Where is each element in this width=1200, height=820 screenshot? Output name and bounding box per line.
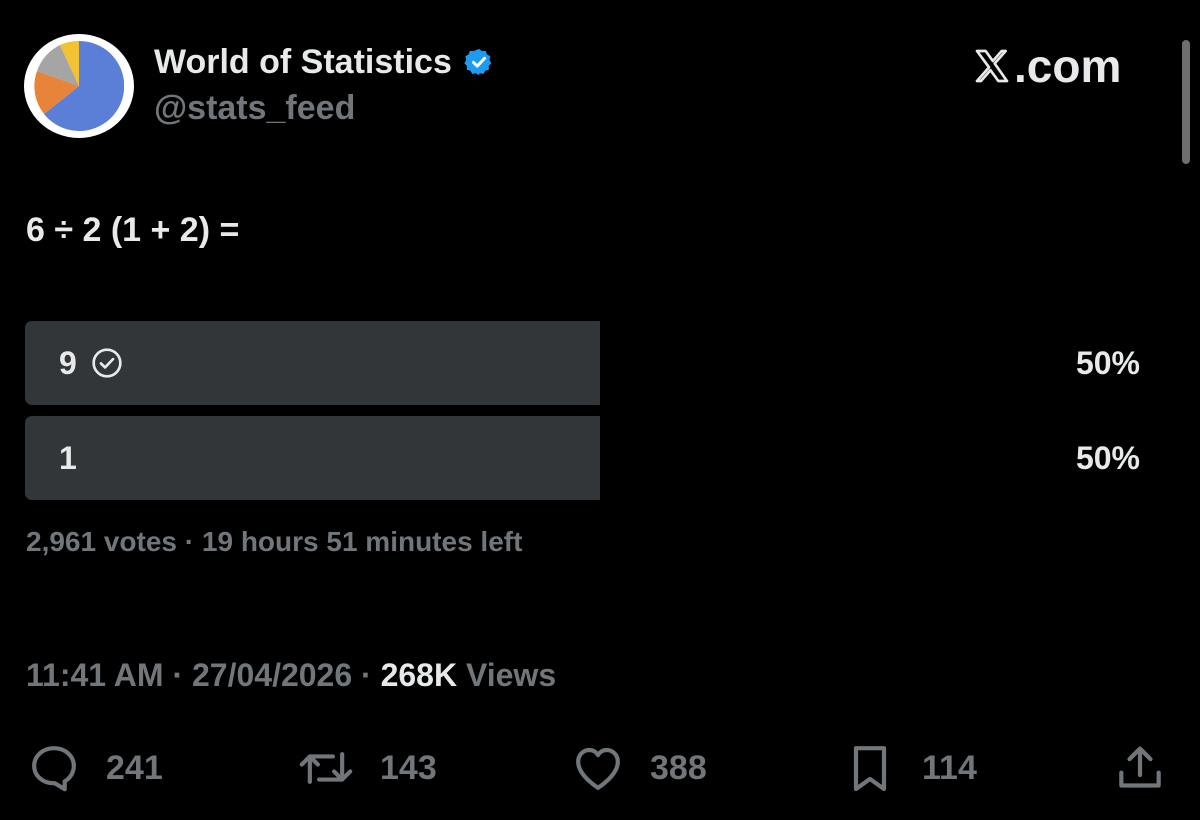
- share-icon: [1112, 740, 1168, 796]
- like-count: 388: [650, 748, 707, 787]
- bookmark-count: 114: [922, 748, 977, 787]
- reply-count: 241: [106, 748, 163, 787]
- bookmark-button[interactable]: 114: [842, 740, 977, 796]
- brand-text: .com: [1014, 40, 1122, 92]
- scrollbar[interactable]: [1182, 40, 1190, 164]
- poll-option-label: 9: [59, 344, 77, 381]
- handle[interactable]: @stats_feed: [154, 86, 355, 130]
- heart-icon: [570, 740, 626, 796]
- repost-count: 143: [380, 748, 437, 787]
- poll-percent: 50%: [1075, 344, 1140, 381]
- brand-logo: .com: [972, 38, 1121, 94]
- tweet-date[interactable]: 27/04/2026: [192, 657, 352, 693]
- repost-icon: [296, 740, 356, 796]
- pie-chart-logo-icon: [34, 41, 124, 131]
- poll-percent: 50%: [1075, 439, 1140, 476]
- poll-option-1: 9 50%: [25, 321, 1140, 405]
- separator: ·: [172, 657, 184, 693]
- tweet-time[interactable]: 11:41 AM: [26, 657, 164, 693]
- share-button[interactable]: [1112, 740, 1168, 796]
- poll-time-left: 19 hours 51 minutes left: [201, 526, 523, 557]
- separator: ·: [361, 657, 372, 693]
- check-circle-icon: [91, 347, 123, 379]
- reply-button[interactable]: 241: [26, 740, 163, 796]
- bookmark-icon: [842, 740, 898, 796]
- views-label: Views: [465, 657, 557, 693]
- x-logo-icon: [972, 46, 1012, 86]
- poll-option-label: 1: [59, 439, 77, 476]
- verified-badge-icon: [464, 47, 494, 77]
- avatar[interactable]: [24, 34, 134, 138]
- poll-option-2: 1 50%: [25, 416, 1140, 500]
- display-name-text: World of Statistics: [154, 42, 452, 81]
- timestamp-row: 11:41 AM · 27/04/2026 · 268K Views: [26, 652, 556, 698]
- separator: ·: [184, 526, 195, 557]
- poll-votes: 2,961 votes: [26, 526, 177, 557]
- repost-button[interactable]: 143: [296, 740, 437, 796]
- tweet-text: 6 ÷ 2 (1 + 2) =: [26, 211, 240, 249]
- views-count: 268K: [380, 657, 458, 693]
- poll-meta: 2,961 votes · 19 hours 51 minutes left: [26, 522, 522, 562]
- display-name[interactable]: World of Statistics: [154, 40, 494, 84]
- poll-bar: [25, 416, 600, 500]
- reply-icon: [26, 740, 82, 796]
- like-button[interactable]: 388: [570, 740, 707, 796]
